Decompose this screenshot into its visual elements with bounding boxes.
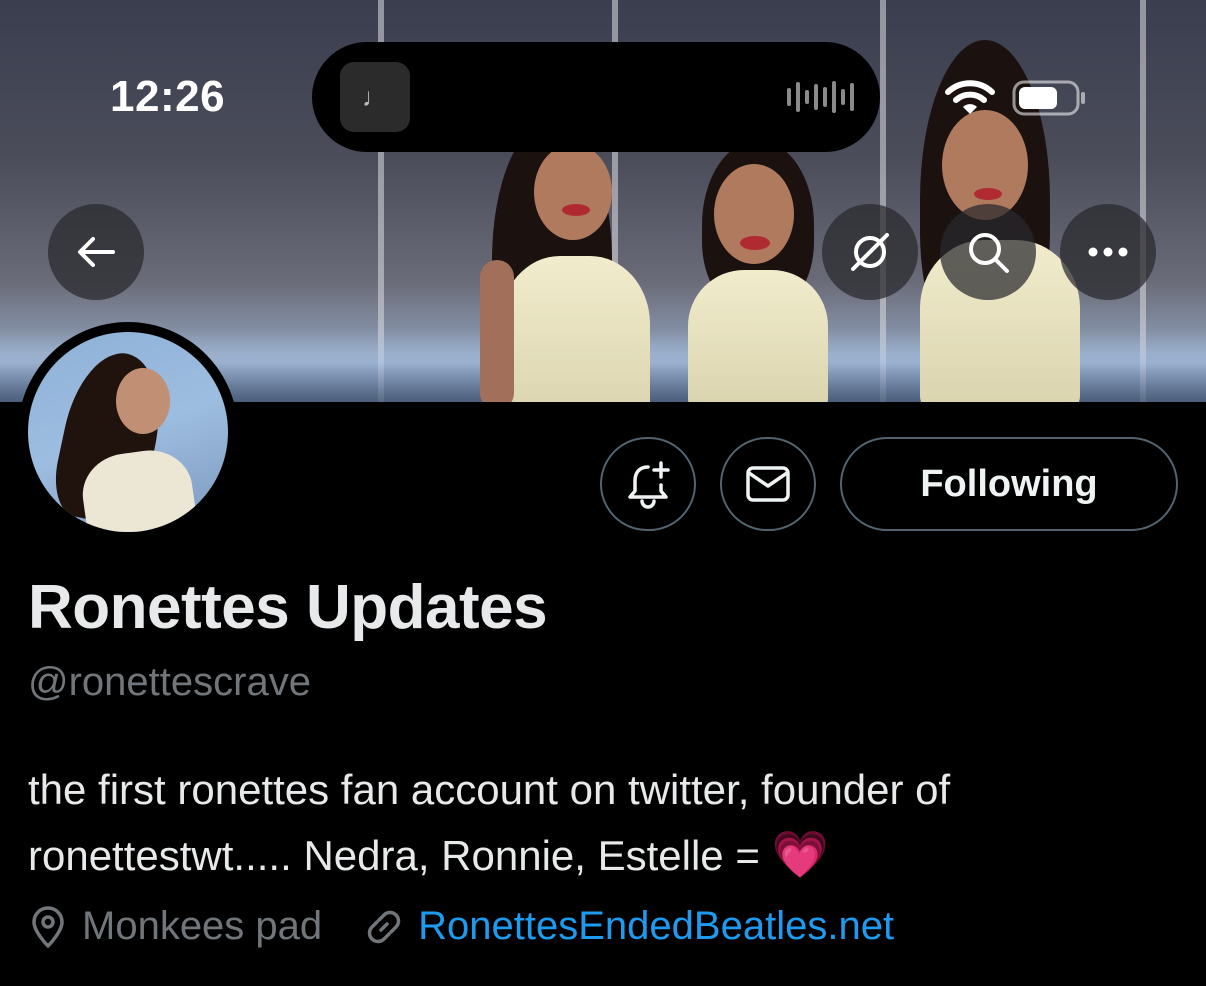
avatar[interactable] [18, 322, 238, 542]
display-name: Ronettes Updates [28, 573, 548, 642]
grok-icon [851, 233, 889, 271]
envelope-icon [746, 466, 790, 502]
more-icon [1088, 247, 1128, 257]
music-note-icon: ♩ [340, 62, 410, 132]
bio: the first ronettes fan account on twitte… [28, 758, 1188, 888]
profile-meta: Monkees pad RonettesEndedBeatles.net [28, 904, 894, 949]
search-button[interactable] [940, 204, 1036, 300]
waveform-icon [787, 80, 854, 114]
message-button[interactable] [720, 437, 816, 531]
arrow-left-icon [78, 237, 115, 267]
dynamic-island[interactable]: ♩ [312, 42, 880, 152]
grok-button[interactable] [822, 204, 918, 300]
search-icon [969, 233, 1009, 273]
location-pin-icon [32, 905, 64, 948]
following-button[interactable]: Following [840, 437, 1178, 531]
bio-line: the first ronettes fan account on twitte… [28, 766, 951, 813]
more-button[interactable] [1060, 204, 1156, 300]
avatar-image [28, 332, 228, 532]
bio-line-text: ronettestwt..... Nedra, Ronnie, Estelle … [28, 832, 772, 879]
following-label: Following [920, 462, 1098, 505]
wifi-icon [945, 80, 995, 114]
website-link[interactable]: RonettesEndedBeatles.net [418, 904, 894, 949]
battery-icon [1012, 80, 1085, 116]
handle: @ronettescrave [28, 660, 311, 704]
back-button[interactable] [48, 204, 144, 300]
bio-line: ronettestwt..... Nedra, Ronnie, Estelle … [28, 822, 1188, 888]
status-time: 12:26 [110, 72, 226, 121]
notifications-button[interactable] [600, 437, 696, 531]
bell-plus-icon [628, 461, 670, 509]
link-icon [367, 910, 401, 943]
location-text: Monkees pad [82, 904, 323, 948]
heart-emoji: 💗 [771, 827, 829, 881]
